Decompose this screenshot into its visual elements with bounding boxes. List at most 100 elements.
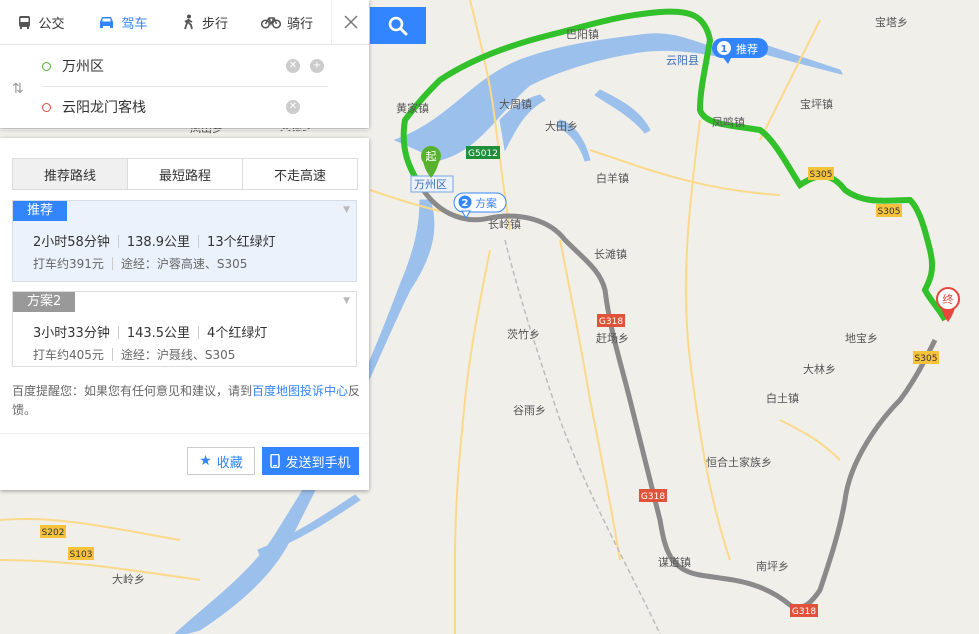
place-label: 云阳县 xyxy=(666,54,699,67)
road-shield-label: S103 xyxy=(70,550,93,560)
route2-bubble-num: 2 xyxy=(462,198,469,209)
place-label: 长岭镇 xyxy=(488,217,521,231)
search-icon xyxy=(388,16,408,35)
route-preference-tabs: 推荐路线 最短路程 不走高速 xyxy=(12,158,358,190)
walk-icon xyxy=(184,14,193,30)
place-label: 白土镇 xyxy=(766,391,799,405)
close-icon xyxy=(343,15,358,29)
swap-icon[interactable]: ⇅ xyxy=(12,81,24,97)
tab-bus-label: 公交 xyxy=(38,16,65,32)
phone-icon xyxy=(270,454,281,468)
place-label: 南坪乡 xyxy=(756,560,789,573)
favorite-label: 收藏 xyxy=(216,455,243,471)
tab-bus[interactable]: 公交 xyxy=(0,0,82,44)
tab-bike[interactable]: 骑行 xyxy=(246,0,328,44)
place-label: 赶场乡 xyxy=(596,331,629,345)
route-badge: 方案2 xyxy=(13,292,76,312)
destination-row: ✕ xyxy=(42,87,328,127)
route-summary: 3小时33分钟 143.5公里 4个红绿灯 xyxy=(33,322,267,341)
route-via: 途经：沪聂线、S305 xyxy=(120,348,236,362)
tab-drive[interactable]: 驾车 xyxy=(82,0,164,44)
favorite-button[interactable]: ★ 收藏 xyxy=(187,447,255,475)
destination-dot xyxy=(42,102,51,112)
road-shield-label: G318 xyxy=(641,492,665,502)
route2-bubble-label: 方案 xyxy=(475,196,497,210)
caret-down-icon: ▼ xyxy=(343,205,350,215)
origin-dot xyxy=(42,61,51,71)
route-taxi: 打车约405元 xyxy=(33,348,104,362)
route-badge: 推荐 xyxy=(13,201,68,221)
tab-walk-label: 步行 xyxy=(201,16,228,32)
route-detail: 打车约405元 途经：沪聂线、S305 xyxy=(33,346,235,363)
bus-icon xyxy=(19,15,31,29)
route-lights: 4个红绿灯 xyxy=(207,326,268,341)
road-shield-label: G318 xyxy=(792,607,816,617)
route-lights: 13个红绿灯 xyxy=(207,235,276,250)
route-results-panel: 推荐路线 最短路程 不走高速 推荐 ▼ 2小时58分钟 138.9公里 13个红绿灯… xyxy=(0,138,369,490)
tab-shortest[interactable]: 最短路程 xyxy=(128,159,243,189)
route-duration: 2小时58分钟 xyxy=(33,235,110,250)
clear-destination-icon[interactable]: ✕ xyxy=(286,100,300,114)
route-summary: 2小时58分钟 138.9公里 13个红绿灯 xyxy=(33,231,276,250)
complaint-center-link[interactable]: 百度地图投诉中心 xyxy=(252,384,348,398)
route-card-2[interactable]: 方案2 ▼ 3小时33分钟 143.5公里 4个红绿灯 打车约405元 途经：沪聂线、… xyxy=(12,291,357,367)
place-label: 凤鸣镇 xyxy=(712,115,745,129)
car-icon xyxy=(100,17,114,28)
route1-bubble-num: 1 xyxy=(721,44,728,55)
road-shield-label: S202 xyxy=(42,528,65,538)
place-label: 恒合土家族乡 xyxy=(706,455,772,469)
divider xyxy=(0,433,369,434)
end-marker-label: 终 xyxy=(943,292,954,306)
route-distance: 138.9公里 xyxy=(126,235,191,250)
place-label: 宝塔乡 xyxy=(875,15,908,29)
search-button[interactable] xyxy=(370,7,426,44)
place-label: 大田乡 xyxy=(545,119,578,133)
origin-row: ✕ + xyxy=(42,46,328,87)
place-label: 巴阳镇 xyxy=(566,27,599,41)
road-shield-label: G5012 xyxy=(468,149,498,159)
road-shield-label: G318 xyxy=(599,317,623,327)
route-distance: 143.5公里 xyxy=(126,326,191,341)
place-label: 大岭乡 xyxy=(112,572,145,586)
caret-down-icon: ▼ xyxy=(343,296,350,306)
tab-drive-label: 驾车 xyxy=(121,16,148,32)
bike-icon xyxy=(260,17,281,29)
place-label: 谷雨乡 xyxy=(513,404,546,417)
place-label: 黄家镇 xyxy=(396,101,429,115)
road-shield-label: S305 xyxy=(915,354,938,364)
route-duration: 3小时33分钟 xyxy=(33,326,110,341)
road-shield-label: S305 xyxy=(810,170,833,180)
tab-walk[interactable]: 步行 xyxy=(164,0,246,44)
add-waypoint-icon[interactable]: + xyxy=(310,59,324,73)
search-panel: 公交 驾车 步行 骑行 ⇅ 万州区 ✕ + 云阳龙门客栈 ✕ xyxy=(0,0,369,130)
place-label: 大周镇 xyxy=(499,97,532,111)
star-icon: ★ xyxy=(199,453,212,469)
tab-bike-label: 骑行 xyxy=(286,16,313,32)
route-inputs: ⇅ ✕ + ✕ xyxy=(0,45,369,130)
origin-input[interactable] xyxy=(60,57,264,75)
close-button[interactable] xyxy=(331,0,369,44)
destination-input[interactable] xyxy=(60,98,264,116)
place-label: 谋道镇 xyxy=(658,555,691,569)
place-label: 茨竹乡 xyxy=(507,327,540,341)
tab-recommended[interactable]: 推荐路线 xyxy=(13,159,128,189)
mode-tabs: 公交 驾车 步行 骑行 xyxy=(0,0,369,45)
route-card-1[interactable]: 推荐 ▼ 2小时58分钟 138.9公里 13个红绿灯 打车约391元 途经：沪蓉高速… xyxy=(12,200,357,282)
route-taxi: 打车约391元 xyxy=(33,257,104,271)
send-to-phone-button[interactable]: 发送到手机 xyxy=(262,447,359,475)
notice-text: 百度提醒您：如果您有任何意见和建议，请到 xyxy=(12,384,253,398)
place-label: 大林乡 xyxy=(803,362,836,376)
send-to-phone-label: 发送到手机 xyxy=(285,455,351,471)
start-marker-label: 起 xyxy=(426,150,437,163)
route-via: 途经：沪蓉高速、S305 xyxy=(120,257,248,271)
place-label: 长滩镇 xyxy=(594,247,627,261)
feedback-notice: 百度提醒您：如果您有任何意见和建议，请到百度地图投诉中心反馈。 xyxy=(12,382,362,420)
place-label: 地宝乡 xyxy=(845,331,878,345)
place-label: 万州区 xyxy=(414,178,447,191)
route-detail: 打车约391元 途经：沪蓉高速、S305 xyxy=(33,255,247,272)
place-label: 宝坪镇 xyxy=(800,97,833,111)
tab-no-highway[interactable]: 不走高速 xyxy=(243,159,357,189)
place-label: 白羊镇 xyxy=(596,171,629,185)
road-shield-label: S305 xyxy=(878,207,901,217)
clear-origin-icon[interactable]: ✕ xyxy=(286,59,300,73)
